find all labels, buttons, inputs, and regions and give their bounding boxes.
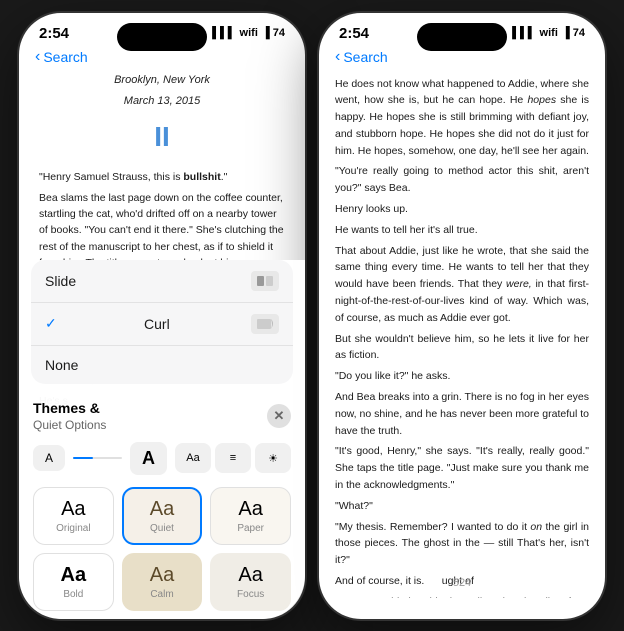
theme-quiet[interactable]: Aa Quiet <box>122 487 203 545</box>
wifi-icon-right: wifi <box>540 27 558 39</box>
curl-option[interactable]: ✓ Curl <box>31 303 293 346</box>
wifi-icon: wifi <box>240 27 258 39</box>
format-align-btn[interactable]: ≡ <box>215 443 251 473</box>
left-phone: 2:54 ▌▌▌ wifi ▐ 74 ‹ Search Brooklyn, Ne… <box>17 11 307 621</box>
book-date: March 13, 2015 <box>39 93 285 111</box>
font-large-btn[interactable]: A <box>130 442 167 475</box>
themes-subtitle: Quiet Options <box>33 418 106 432</box>
themes-title: Themes & <box>33 400 100 416</box>
format-text-btn[interactable]: Aa <box>175 443 211 473</box>
transition-options: Slide ✓ Curl None <box>31 260 293 384</box>
back-button-right[interactable]: ‹ Search <box>335 48 388 66</box>
font-size-row: A A Aa ≡ ☀ <box>19 436 305 481</box>
format-buttons: Aa ≡ ☀ <box>175 443 291 473</box>
slide-label: Slide <box>45 273 76 289</box>
status-icons-left: ▌▌▌ wifi ▐ 74 <box>212 27 285 39</box>
signal-icon: ▌▌▌ <box>212 27 235 39</box>
time-right: 2:54 <box>339 25 369 42</box>
theme-grid: Aa Original Aa Quiet Aa Paper Aa Bold Aa <box>19 481 305 619</box>
right-phone: 2:54 ▌▌▌ wifi ▐ 74 ‹ Search He does not … <box>317 11 607 621</box>
slide-icon <box>251 271 279 291</box>
theme-calm[interactable]: Aa Calm <box>122 553 203 611</box>
font-slider-fill <box>73 457 93 459</box>
back-label-right: Search <box>343 49 387 65</box>
back-label-left: Search <box>43 49 87 65</box>
chapter-number: II <box>39 115 285 160</box>
overlay-panel: Slide ✓ Curl None <box>19 260 305 619</box>
book-title-section: Brooklyn, New York March 13, 2015 II <box>39 72 285 160</box>
font-small-btn[interactable]: A <box>33 445 65 471</box>
font-slider-track[interactable] <box>73 457 122 459</box>
time-left: 2:54 <box>39 25 69 42</box>
curl-check: ✓ <box>45 315 57 332</box>
status-icons-right: ▌▌▌ wifi ▐ 74 <box>512 27 585 39</box>
battery-icon: ▐ 74 <box>262 27 285 39</box>
themes-section-header: Themes & Quiet Options ✕ <box>19 392 305 436</box>
none-option[interactable]: None <box>31 346 293 384</box>
format-brightness-btn[interactable]: ☀ <box>255 443 291 473</box>
curl-label: Curl <box>144 316 170 332</box>
close-button[interactable]: ✕ <box>267 404 291 428</box>
dynamic-island <box>117 23 207 51</box>
chevron-left-icon-right: ‹ <box>335 48 340 66</box>
theme-original[interactable]: Aa Original <box>33 487 114 545</box>
book-location: Brooklyn, New York <box>39 72 285 90</box>
slide-option[interactable]: Slide <box>31 260 293 303</box>
theme-bold[interactable]: Aa Bold <box>33 553 114 611</box>
back-button-left[interactable]: ‹ Search <box>35 48 88 66</box>
page-number: 524 <box>453 577 471 589</box>
signal-icon-right: ▌▌▌ <box>512 27 535 39</box>
chevron-left-icon: ‹ <box>35 48 40 66</box>
dynamic-island-right <box>417 23 507 51</box>
book-content-right: He does not know what happened to Addie,… <box>319 72 605 598</box>
none-label: None <box>45 357 78 373</box>
theme-focus[interactable]: Aa Focus <box>210 553 291 611</box>
theme-paper[interactable]: Aa Paper <box>210 487 291 545</box>
curl-icon <box>251 314 279 334</box>
battery-right: ▐ 74 <box>562 27 585 39</box>
